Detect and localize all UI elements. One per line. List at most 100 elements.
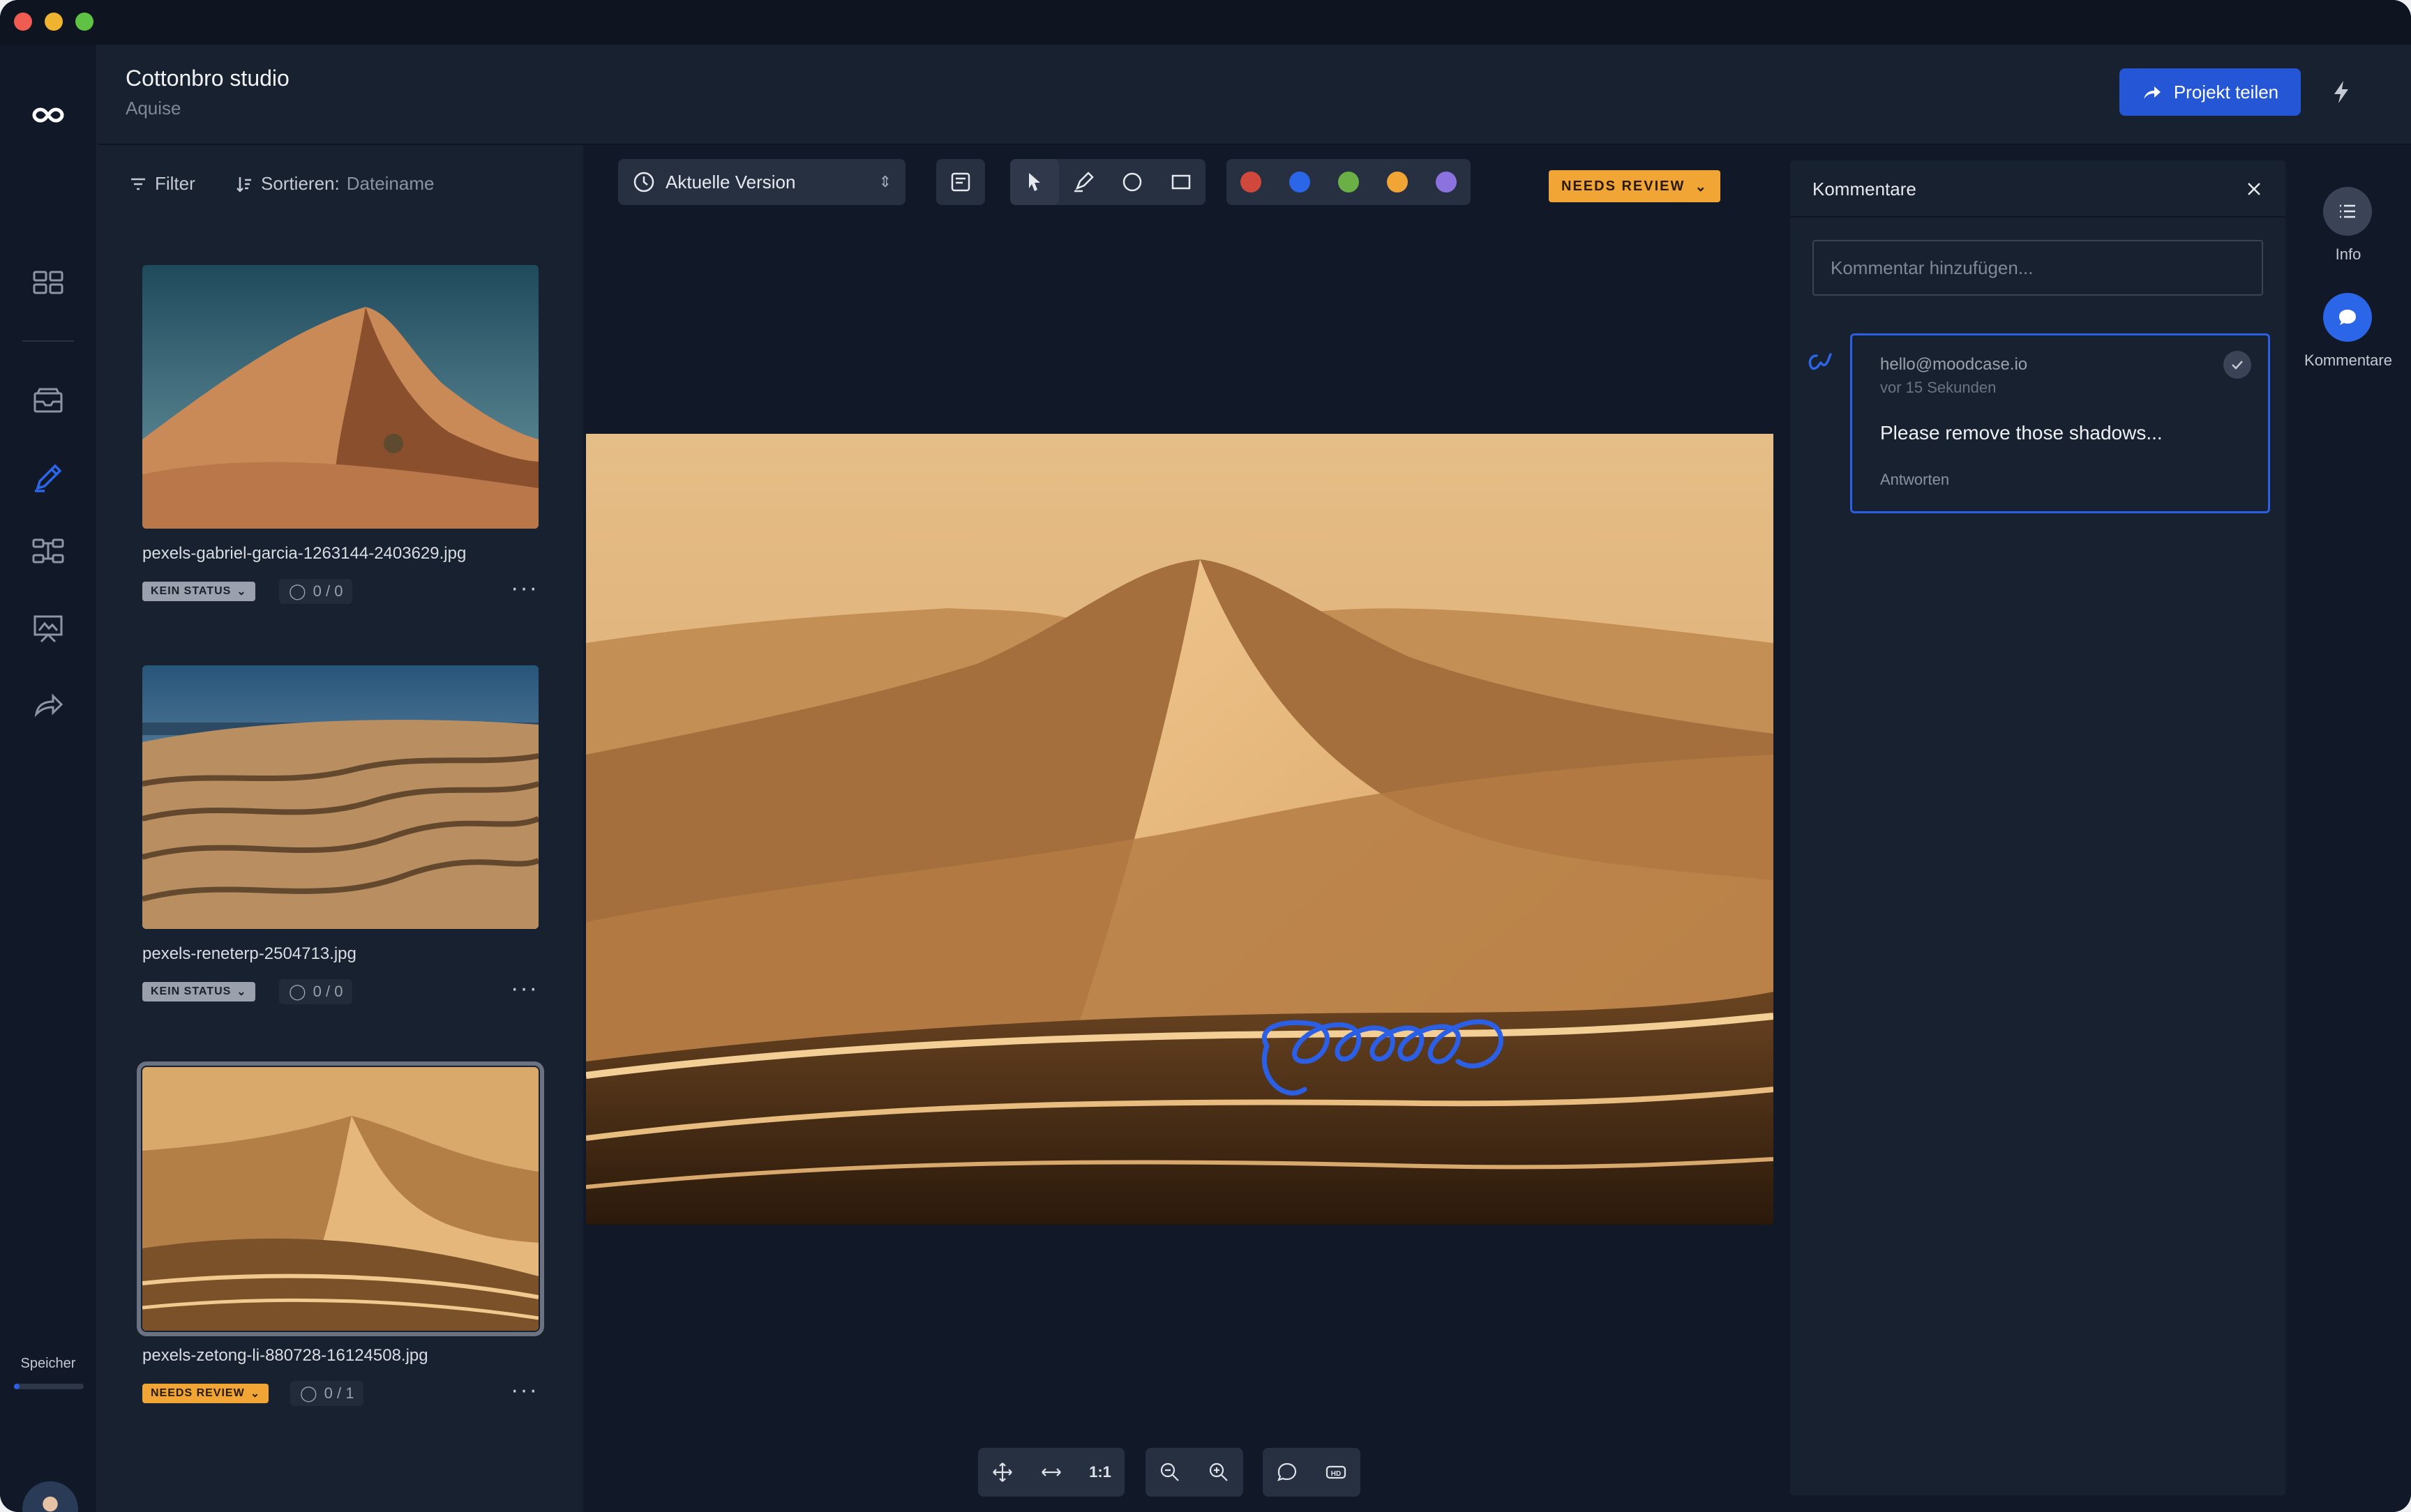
zoom-out-button[interactable] bbox=[1146, 1448, 1194, 1497]
comment-timestamp: vor 15 Sekunden bbox=[1880, 379, 1997, 396]
storage-label: Speicher bbox=[20, 1356, 76, 1371]
rectangle-tool-button[interactable] bbox=[1157, 159, 1206, 205]
color-dot bbox=[1240, 172, 1261, 192]
select-tool-button[interactable] bbox=[1010, 159, 1059, 205]
project-header: Cottonbro studio Aquise Projekt teilen bbox=[98, 45, 2411, 145]
check-circle-icon: ◯ bbox=[289, 983, 306, 1000]
review-status-dropdown[interactable]: NEEDS REVIEW ⌄ bbox=[1549, 170, 1721, 202]
zoom-controls bbox=[1146, 1448, 1243, 1497]
pencil-icon[interactable] bbox=[27, 456, 70, 499]
title-bar bbox=[0, 0, 2411, 45]
comment-input[interactable] bbox=[1812, 240, 2263, 296]
highlighter-icon bbox=[1074, 172, 1094, 192]
comment-toggle-button[interactable] bbox=[1263, 1448, 1312, 1497]
more-options-icon[interactable]: ··· bbox=[511, 575, 539, 602]
status-label: KEIN STATUS bbox=[151, 985, 232, 997]
sort-icon bbox=[236, 176, 251, 192]
more-options-icon[interactable]: ··· bbox=[511, 1377, 539, 1404]
comments-title: Kommentare bbox=[1812, 179, 1916, 199]
version-select[interactable]: Aktuelle Version ⇕ bbox=[618, 159, 906, 205]
info-label: Info bbox=[2335, 245, 2361, 263]
review-status-label: NEEDS REVIEW bbox=[1561, 178, 1685, 194]
file-thumbnail[interactable] bbox=[142, 665, 539, 929]
color-swatch-orange[interactable] bbox=[1373, 159, 1422, 205]
approval-count-value: 0 / 0 bbox=[313, 582, 343, 600]
color-dot bbox=[1289, 172, 1310, 192]
color-swatch-blue[interactable] bbox=[1275, 159, 1324, 205]
status-badge[interactable]: KEIN STATUS ⌄ bbox=[142, 982, 255, 1001]
filter-button[interactable]: Filter bbox=[128, 173, 195, 195]
zoom-in-button[interactable] bbox=[1194, 1448, 1243, 1497]
share-arrow-icon bbox=[2143, 86, 2161, 99]
file-name: pexels-zetong-li-880728-16124508.jpg bbox=[142, 1346, 428, 1365]
file-name: pexels-reneterp-2504713.jpg bbox=[142, 944, 356, 963]
chevron-down-icon: ⌄ bbox=[1695, 179, 1708, 195]
approval-count: ◯ 0 / 1 bbox=[290, 1381, 364, 1406]
status-badge[interactable]: KEIN STATUS ⌄ bbox=[142, 582, 255, 601]
comments-label: Kommentare bbox=[2304, 351, 2392, 369]
file-thumbnail[interactable] bbox=[142, 265, 539, 529]
hd-toggle-button[interactable]: HD bbox=[1312, 1448, 1360, 1497]
arrows-horizontal-icon bbox=[1042, 1468, 1061, 1476]
note-button[interactable] bbox=[936, 159, 985, 205]
bolt-icon[interactable] bbox=[2327, 78, 2355, 106]
fit-width-button[interactable] bbox=[1027, 1448, 1076, 1497]
check-circle-icon: ◯ bbox=[300, 1384, 317, 1402]
workflow-icon[interactable] bbox=[27, 530, 70, 573]
close-window-button[interactable] bbox=[14, 13, 32, 31]
status-label: KEIN STATUS bbox=[151, 585, 232, 597]
reply-link[interactable]: Antworten bbox=[1880, 471, 1949, 489]
clock-icon bbox=[633, 172, 654, 192]
actual-size-button[interactable]: 1:1 bbox=[1076, 1448, 1125, 1497]
file-name: pexels-gabriel-garcia-1263144-2403629.jp… bbox=[142, 544, 467, 563]
app-window: Speicher Cottonbro studio Aquise Projekt… bbox=[0, 0, 2411, 1512]
zoom-in-icon bbox=[1209, 1462, 1228, 1481]
check-circle-icon: ◯ bbox=[289, 582, 306, 600]
chevron-down-icon: ⌄ bbox=[236, 586, 247, 598]
maximize-window-button[interactable] bbox=[75, 13, 93, 31]
comments-toggle-button[interactable] bbox=[2323, 293, 2372, 342]
file-card[interactable]: pexels-zetong-li-880728-16124508.jpg NEE… bbox=[137, 1061, 544, 1406]
note-tool-group bbox=[936, 159, 985, 205]
checkmark-icon bbox=[2232, 361, 2243, 370]
share-icon[interactable] bbox=[27, 682, 70, 725]
minimize-window-button[interactable] bbox=[45, 13, 63, 31]
comment-card[interactable]: hello@moodcase.io vor 15 Sekunden Please… bbox=[1850, 333, 2270, 513]
share-project-label: Projekt teilen bbox=[2173, 81, 2279, 103]
color-swatch-purple[interactable] bbox=[1422, 159, 1471, 205]
project-subtitle: Aquise bbox=[126, 98, 181, 119]
infinity-logo-icon[interactable] bbox=[27, 93, 70, 137]
share-project-button[interactable]: Projekt teilen bbox=[2119, 68, 2301, 116]
pan-button[interactable] bbox=[978, 1448, 1027, 1497]
circle-tool-button[interactable] bbox=[1108, 159, 1157, 205]
comments-header: Kommentare bbox=[1790, 160, 2285, 218]
filter-icon bbox=[131, 178, 145, 190]
inbox-icon[interactable] bbox=[27, 379, 70, 423]
info-button[interactable] bbox=[2323, 187, 2372, 236]
file-card[interactable]: pexels-gabriel-garcia-1263144-2403629.jp… bbox=[142, 265, 539, 604]
approval-count-value: 0 / 0 bbox=[313, 983, 343, 1000]
image-viewer: Aktuelle Version ⇕ NEEDS REVIEW ⌄ 1:1 HD bbox=[583, 145, 1790, 1512]
main-image[interactable] bbox=[586, 434, 1773, 1225]
storage-bar bbox=[14, 1384, 84, 1389]
user-avatar[interactable] bbox=[22, 1481, 78, 1512]
color-swatch-red[interactable] bbox=[1226, 159, 1275, 205]
view-controls: 1:1 bbox=[978, 1448, 1125, 1497]
more-options-icon[interactable]: ··· bbox=[511, 975, 539, 1002]
grid-icon[interactable] bbox=[27, 261, 70, 304]
filter-label: Filter bbox=[155, 173, 195, 194]
rail-divider bbox=[22, 340, 74, 342]
resolve-comment-button[interactable] bbox=[2223, 351, 2251, 379]
highlighter-tool-button[interactable] bbox=[1059, 159, 1108, 205]
color-picker bbox=[1226, 159, 1471, 205]
close-icon[interactable] bbox=[2244, 179, 2264, 199]
hd-icon: HD bbox=[1325, 1465, 1346, 1479]
file-thumbnail[interactable] bbox=[137, 1061, 544, 1336]
color-swatch-green[interactable] bbox=[1324, 159, 1373, 205]
sort-button[interactable]: Sortieren: Dateiname bbox=[234, 173, 434, 195]
presentation-icon[interactable] bbox=[27, 607, 70, 650]
list-icon bbox=[2340, 204, 2355, 218]
file-card[interactable]: pexels-reneterp-2504713.jpg KEIN STATUS ⌄… bbox=[142, 665, 539, 1004]
annotation-tools bbox=[1010, 159, 1206, 205]
status-badge[interactable]: NEEDS REVIEW ⌄ bbox=[142, 1384, 269, 1403]
